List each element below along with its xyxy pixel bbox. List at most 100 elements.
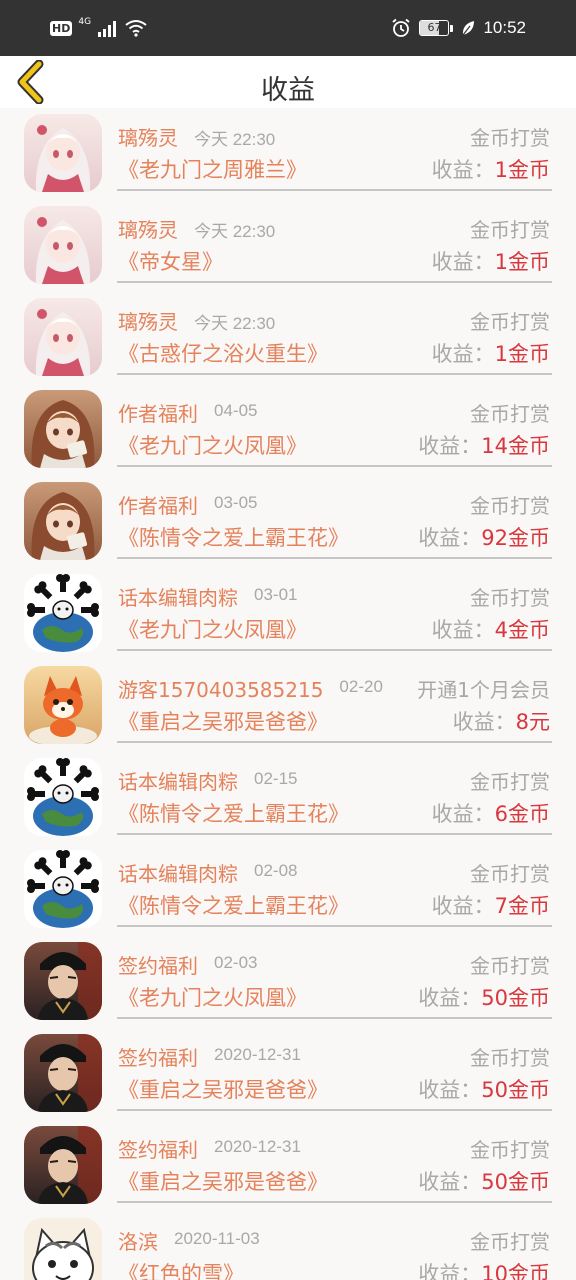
earnings: 收益：14金币: [418, 430, 550, 460]
earnings: 收益：50金币: [418, 1166, 550, 1196]
brown-hair-girl-avatar[interactable]: [24, 482, 102, 560]
row-divider: [117, 1017, 552, 1019]
earnings: 收益：1金币: [432, 246, 550, 276]
book-title[interactable]: 《红色的雪》: [118, 1258, 244, 1280]
earnings: 收益：50金币: [418, 982, 550, 1012]
reward-type: 金币打赏: [470, 126, 550, 150]
globe-bones-avatar[interactable]: [24, 850, 102, 928]
user-name: 作者福利: [118, 494, 198, 518]
earnings: 收益：8元: [453, 706, 550, 736]
earnings-label: 收益：: [431, 158, 495, 182]
book-title[interactable]: 《陈情令之爱上霸王花》: [118, 890, 349, 920]
row-divider: [117, 465, 552, 467]
item-date: 02-15: [254, 769, 298, 788]
book-title[interactable]: 《重启之吴邪是爸爸》: [118, 1074, 328, 1104]
costume-man-avatar[interactable]: [24, 942, 102, 1020]
earnings-label: 收益：: [418, 434, 482, 458]
anime-girl-avatar[interactable]: [24, 206, 102, 284]
earnings-label: 收益：: [431, 802, 495, 826]
user-name: 签约福利: [118, 1138, 198, 1162]
costume-man-avatar[interactable]: [24, 1126, 102, 1204]
anime-girl-avatar[interactable]: [24, 114, 102, 192]
reward-type: 金币打赏: [470, 402, 550, 426]
list-item[interactable]: 话本编辑肉粽 02-08 金币打赏《陈情令之爱上霸王花》 收益：7金币: [0, 844, 576, 936]
book-title[interactable]: 《老九门之火凤凰》: [118, 614, 307, 644]
book-title[interactable]: 《帝女星》: [118, 246, 223, 276]
list-item[interactable]: 话本编辑肉粽 03-01 金币打赏 《老九门之火凤凰》 收益：4金币: [0, 568, 576, 660]
earnings: 收益：50金币: [418, 1074, 550, 1104]
earnings-label: 收益：: [431, 618, 495, 642]
earnings-label: 收益：: [431, 894, 495, 918]
item-date: 今天 22:30: [194, 314, 276, 333]
item-date: 2020-12-31: [214, 1137, 301, 1156]
network-type: 4G: [78, 17, 92, 27]
book-title[interactable]: 《老九门之周雅兰》: [118, 154, 307, 184]
earnings: 收益：6金币: [432, 798, 550, 828]
fox-toy-avatar[interactable]: [24, 666, 102, 744]
item-date: 2020-12-31: [214, 1045, 301, 1064]
reward-type: 金币打赏: [470, 770, 550, 794]
anime-girl-avatar[interactable]: [24, 298, 102, 376]
earnings-amount: 4金币: [494, 618, 550, 642]
list-item[interactable]: 璃殇灵 今天 22:30 金币打赏 《古惑仔之浴火重生》 收益：1金币: [0, 292, 576, 384]
wifi-icon: [125, 20, 147, 37]
row-divider: [117, 1109, 552, 1111]
earnings: 收益：7金币: [432, 890, 550, 920]
item-date: 02-20: [339, 677, 383, 696]
list-item[interactable]: 作者福利 04-05 金币打赏《老九门之火凤凰》 收益：14金币: [0, 384, 576, 476]
list-item[interactable]: 签约福利 02-03 金币打赏 《老九门之火凤凰》 收益：50金币: [0, 936, 576, 1028]
item-date: 03-05: [214, 493, 258, 512]
list-item[interactable]: 洛滨 2020-11-03 金币打赏 《红色的雪》 收益：10金币: [0, 1212, 576, 1280]
item-date: 03-01: [254, 585, 298, 604]
item-date: 04-05: [214, 401, 258, 420]
earnings-list[interactable]: 璃殇灵 今天 22:30 金币打赏 《老九门之周雅兰》 收益：1金币 璃殇灵 今天 22:…: [0, 108, 576, 1280]
list-item[interactable]: 璃殇灵 今天 22:30 金币打赏 《老九门之周雅兰》 收益：1金币: [0, 108, 576, 200]
user-name: 璃殇灵: [118, 126, 178, 150]
user-name: 作者福利: [118, 402, 198, 426]
user-name: 话本编辑肉粽: [118, 862, 238, 886]
book-title[interactable]: 《陈情令之爱上霸王花》: [118, 522, 349, 552]
globe-bones-avatar[interactable]: [24, 758, 102, 836]
item-date: 2020-11-03: [174, 1229, 260, 1248]
list-item[interactable]: 签约福利 2020-12-31 金币打赏 《重启之吴邪是爸爸》 收益：50金币: [0, 1120, 576, 1212]
earnings-amount: 50金币: [481, 986, 550, 1010]
earnings-label: 收益：: [452, 710, 516, 734]
book-title[interactable]: 《陈情令之爱上霸王花》: [118, 798, 349, 828]
alarm-icon: [392, 18, 411, 37]
list-item[interactable]: 作者福利 03-05 金币打赏 《陈情令之爱上霸王花》 收益：92金币: [0, 476, 576, 568]
app-header: 收益: [0, 56, 576, 108]
costume-man-avatar[interactable]: [24, 1034, 102, 1112]
signal-icon: [98, 21, 117, 37]
book-title[interactable]: 《老九门之火凤凰》: [118, 982, 307, 1012]
reward-type: 金币打赏: [470, 218, 550, 242]
user-name: 璃殇灵: [118, 218, 178, 242]
user-name: 游客1570403585215: [118, 678, 324, 702]
status-bar: HD 4G 67 10:52: [0, 0, 576, 56]
row-divider: [117, 281, 552, 283]
earnings-amount: 6金币: [494, 802, 550, 826]
earnings-amount: 92金币: [481, 526, 550, 550]
list-item[interactable]: 游客1570403585215 02-20 开通1个月会员 《重启之吴邪是爸爸》 收益：…: [0, 660, 576, 752]
item-date: 02-08: [254, 861, 298, 880]
reward-type: 金币打赏: [470, 586, 550, 610]
earnings: 收益：92金币: [418, 522, 550, 552]
book-title[interactable]: 《老九门之火凤凰》: [118, 430, 307, 460]
earnings-amount: 8元: [515, 710, 550, 734]
leaf-icon: [462, 21, 475, 36]
reward-type: 金币打赏: [470, 1046, 550, 1070]
globe-bones-avatar[interactable]: [24, 574, 102, 652]
reward-type: 金币打赏: [470, 310, 550, 334]
book-title[interactable]: 《古惑仔之浴火重生》: [118, 338, 328, 368]
list-item[interactable]: 签约福利 2020-12-31 金币打赏 《重启之吴邪是爸爸》 收益：50金币: [0, 1028, 576, 1120]
earnings-label: 收益：: [418, 986, 482, 1010]
user-name: 璃殇灵: [118, 310, 178, 334]
list-item[interactable]: 璃殇灵 今天 22:30 金币打赏 《帝女星》 收益：1金币: [0, 200, 576, 292]
brown-hair-girl-avatar[interactable]: [24, 390, 102, 468]
reward-type: 金币打赏: [470, 862, 550, 886]
list-item[interactable]: 话本编辑肉粽 02-15 金币打赏 《陈情令之爱上霸王花》 收益：6金币: [0, 752, 576, 844]
book-title[interactable]: 《重启之吴邪是爸爸》: [118, 706, 328, 736]
book-title[interactable]: 《重启之吴邪是爸爸》: [118, 1166, 328, 1196]
earnings-label: 收益：: [418, 1078, 482, 1102]
earnings-label: 收益：: [418, 1170, 482, 1194]
cartoon-cat-avatar[interactable]: [24, 1218, 102, 1280]
